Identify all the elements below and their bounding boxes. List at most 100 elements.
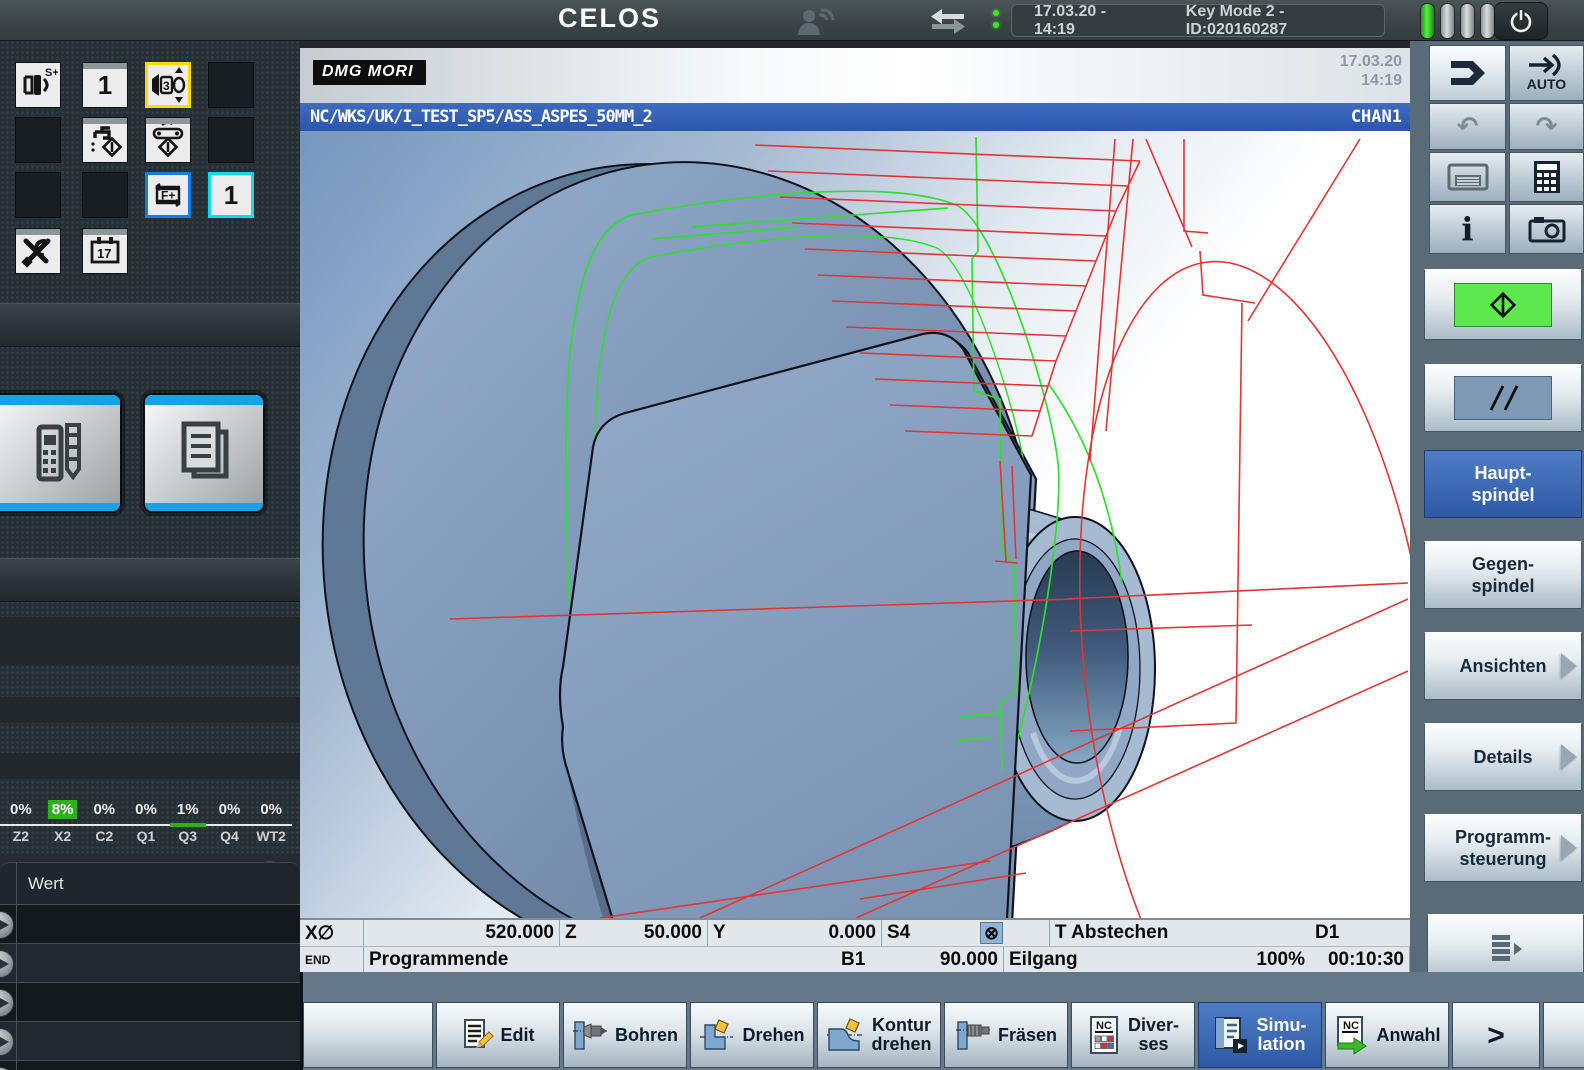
softkey-label: Ansichten (1459, 655, 1546, 677)
cycle-start-button[interactable] (1424, 269, 1582, 340)
undo-button[interactable]: ↶ (1429, 103, 1506, 150)
softkey-anwahl[interactable]: NC Anwahl (1325, 1002, 1449, 1068)
empty-slot-button[interactable] (82, 172, 128, 218)
wert-table-row[interactable] (0, 905, 300, 944)
spindle-override-button[interactable]: 3 (145, 62, 191, 108)
simulation-canvas[interactable] (300, 131, 1410, 918)
undo-icon: ↶ (1457, 112, 1479, 142)
screenshot-button[interactable] (1509, 204, 1584, 254)
user-notification-icon[interactable] (795, 7, 837, 35)
axis-baseline (0, 824, 292, 826)
empty-slot-button[interactable] (15, 172, 61, 218)
program-title-bar: NC/WKS/UK/I_TEST_SP5/ASS_ASPES_50MM_2 CH… (300, 103, 1410, 131)
tool-list-app-tile[interactable] (0, 393, 122, 513)
y-axis-value: 0.000 (754, 920, 882, 946)
block-skip-button[interactable] (1424, 364, 1582, 432)
axis-load-values: 0% 8% 0% 0% 1% 0% 0% (0, 800, 292, 819)
softkey-empty[interactable] (303, 1002, 433, 1068)
empty-slot-button[interactable] (208, 117, 254, 163)
bottom-softkey-bar: Edit Bohren Drehen (300, 972, 1584, 1070)
softkey-label: Programm- (1455, 826, 1551, 848)
row-marker-icon (0, 1028, 14, 1056)
softkey-diverses[interactable]: NC Diver-ses (1071, 1002, 1195, 1068)
axis-label: Z2 (13, 828, 29, 844)
feed-override-button[interactable]: F+ (145, 172, 191, 218)
softkey-label: spindel (1471, 484, 1534, 506)
tool-number-label: 1 (98, 72, 112, 98)
axis-label: C2 (95, 828, 113, 844)
softkey-ansichten[interactable]: Ansichten (1424, 632, 1582, 700)
svg-text:S+: S+ (45, 67, 58, 79)
axis-col-x2: 8% (42, 800, 84, 819)
softkey-empty[interactable] (1543, 1002, 1584, 1068)
top-bar: CELOS 17.03.20 - 14:19 Key Mode 2 - ID:0… (0, 0, 1584, 41)
feed-override-icon: F+ (148, 175, 188, 215)
svg-text:NC: NC (1343, 1020, 1359, 1032)
keyboard-icon (1447, 163, 1489, 191)
softkey-fraesen[interactable]: Fräsen (944, 1002, 1068, 1068)
empty-slot-button[interactable] (15, 117, 61, 163)
swap-arrows-icon[interactable] (928, 7, 968, 35)
info-button[interactable]: i (1429, 204, 1506, 254)
wert-table: Wert (0, 862, 300, 1070)
chuck-clamp-button[interactable]: S+ (15, 62, 61, 108)
softkey-label: Simu-lation (1256, 1016, 1306, 1054)
counter-label: 1 (224, 182, 238, 208)
softkey-kontur-drehen[interactable]: Konturdrehen (817, 1002, 941, 1068)
coolant-button[interactable] (82, 117, 128, 163)
svg-text:17: 17 (97, 246, 111, 261)
channel-label: CHAN1 (1351, 107, 1402, 127)
wrench-screwdriver-icon (18, 231, 58, 271)
row-marker-icon (0, 911, 14, 939)
axis-col-q3: 1% (167, 800, 209, 819)
tile-strip (146, 118, 190, 124)
chuck-clamp-icon: S+ (18, 65, 58, 105)
wert-table-row[interactable] (0, 944, 300, 983)
axis-load-marker (170, 823, 206, 827)
wert-table-row[interactable] (0, 983, 300, 1022)
softkey-bohren[interactable]: Bohren (563, 1002, 687, 1068)
tool-offset: D1 (1310, 922, 1400, 944)
x-axis-value: 520.000 (364, 920, 560, 946)
contour-turning-icon (826, 1017, 864, 1053)
softkey-drehen[interactable]: Drehen (690, 1002, 814, 1068)
axis-label: Q3 (178, 828, 197, 844)
header-datetime: 17.03.20 14:19 (1340, 52, 1402, 90)
simulation-viewport[interactable] (300, 131, 1410, 918)
remaining-time: 00:10:30 (1310, 947, 1410, 973)
simulation-window: DMG MORI 17.03.20 14:19 NC/WKS/UK/I_TEST… (300, 40, 1410, 972)
chip-conveyor-button[interactable] (145, 117, 191, 163)
softkey-details[interactable]: Details (1424, 723, 1582, 791)
key-mode-box[interactable]: 17.03.20 - 14:19 Key Mode 2 - ID:0201602… (1011, 4, 1385, 37)
calculator-button[interactable] (1509, 152, 1584, 202)
softkey-label: Konturdrehen (871, 1016, 931, 1054)
calendar-button[interactable]: 17 (82, 228, 128, 274)
z-axis-value: 50.000 (608, 920, 708, 946)
service-tools-button[interactable] (15, 228, 61, 274)
virtual-keyboard-button[interactable] (1429, 152, 1506, 202)
axis-col-z2: 0% (0, 800, 42, 819)
auto-mode-button[interactable]: AUTO (1509, 45, 1584, 101)
datetime-label: 17.03.20 - 14:19 (1034, 3, 1148, 39)
tool-number-button[interactable]: 1 (82, 62, 128, 108)
wert-table-row[interactable] (0, 1061, 300, 1070)
softkey-programmsteuerung[interactable]: Programm- steuerung (1424, 814, 1582, 882)
softkey-edit[interactable]: Edit (436, 1002, 560, 1068)
softkey-gegenspindel[interactable]: Gegen- spindel (1424, 541, 1582, 609)
documents-app-tile[interactable] (143, 393, 265, 513)
jog-mode-button[interactable] (1429, 45, 1506, 101)
empty-slot-button[interactable] (208, 62, 254, 108)
info-icon: i (1461, 213, 1473, 245)
feed-mode: Eilgang (1004, 949, 1240, 971)
panel-divider (0, 303, 300, 347)
axis-label: Q1 (137, 828, 156, 844)
counter-button[interactable]: 1 (208, 172, 254, 218)
softkey-more[interactable]: > (1452, 1002, 1540, 1068)
auto-mode-label: AUTO (1527, 76, 1566, 92)
softkey-hauptspindel[interactable]: Haupt- spindel (1424, 450, 1582, 518)
wert-table-row[interactable] (0, 1022, 300, 1061)
power-button[interactable] (1494, 2, 1548, 40)
softkey-simulation[interactable]: Simu-lation (1198, 1002, 1322, 1068)
redo-button[interactable]: ↷ (1509, 103, 1584, 150)
tile-strip (16, 229, 60, 235)
